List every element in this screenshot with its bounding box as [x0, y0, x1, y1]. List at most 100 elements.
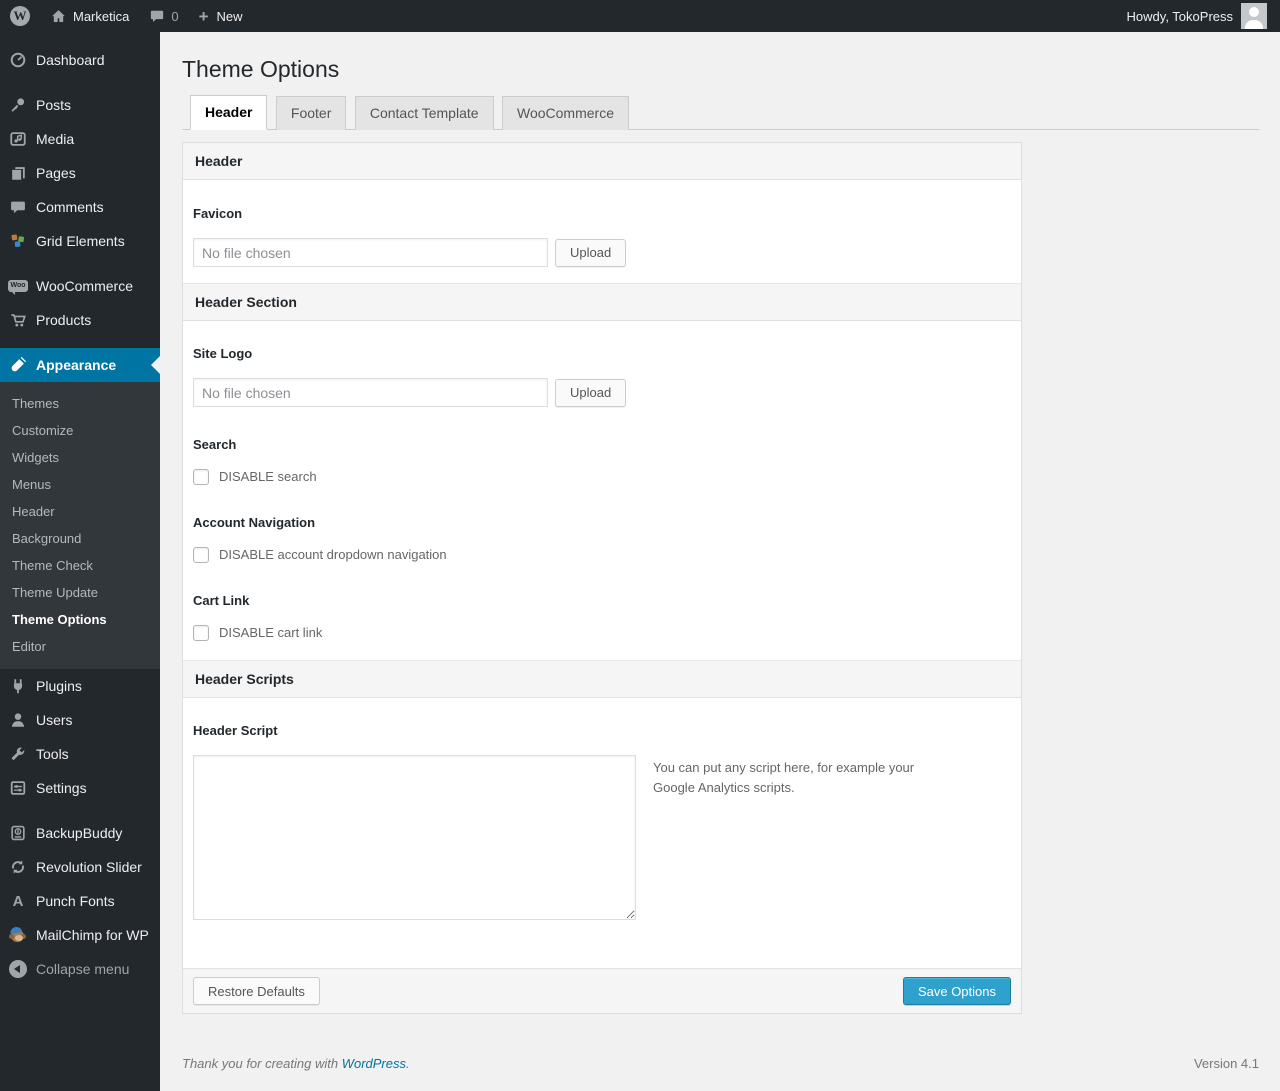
sidebar-item-label: Comments — [36, 199, 104, 215]
disable-account-nav-label: DISABLE account dropdown navigation — [219, 547, 447, 562]
thanks-prefix: Thank you for creating with — [182, 1056, 342, 1071]
submenu-item-customize[interactable]: Customize — [0, 417, 160, 444]
sidebar-item-label: Settings — [36, 780, 87, 796]
submenu-item-widgets[interactable]: Widgets — [0, 444, 160, 471]
tab-footer[interactable]: Footer — [275, 96, 347, 130]
sidebar-item-products[interactable]: Products — [0, 303, 160, 337]
pages-icon — [8, 163, 28, 183]
sidebar-item-label: Products — [36, 312, 92, 328]
wordpress-link[interactable]: WordPress — [342, 1056, 406, 1071]
disable-search-checkbox[interactable] — [193, 469, 209, 485]
disable-search-label: DISABLE search — [219, 469, 317, 484]
tab-bar: Header Footer Contact Template WooCommer… — [182, 95, 1259, 130]
sidebar-item-label: Appearance — [36, 357, 117, 373]
sidebar-item-plugins[interactable]: Plugins — [0, 669, 160, 703]
home-icon — [52, 9, 65, 22]
submenu-item-background[interactable]: Background — [0, 525, 160, 552]
submenu-item-menus[interactable]: Menus — [0, 471, 160, 498]
sidebar-item-settings[interactable]: Settings — [0, 771, 160, 805]
sidebar-item-grid-elements[interactable]: Grid Elements — [0, 224, 160, 258]
backup-icon — [8, 823, 28, 843]
favicon-upload-button[interactable]: Upload — [555, 238, 627, 267]
sliders-icon — [8, 778, 28, 798]
dashboard-icon — [8, 50, 28, 70]
submenu-item-theme-check[interactable]: Theme Check — [0, 552, 160, 579]
sidebar-item-label: Tools — [36, 746, 69, 762]
sidebar-item-mailchimp[interactable]: MailChimp for WP — [0, 918, 160, 952]
favicon-file-input[interactable] — [193, 238, 548, 267]
submenu-item-themes[interactable]: Themes — [0, 390, 160, 417]
mailchimp-monkey-icon — [8, 925, 28, 945]
tab-contact-template[interactable]: Contact Template — [354, 96, 494, 130]
cart-icon — [8, 310, 28, 330]
submenu-item-theme-options[interactable]: Theme Options — [0, 606, 160, 633]
sidebar-item-pages[interactable]: Pages — [0, 156, 160, 190]
tab-woocommerce[interactable]: WooCommerce — [502, 96, 629, 130]
collapse-menu-label: Collapse menu — [36, 961, 130, 977]
tab-header[interactable]: Header — [190, 95, 268, 130]
submenu-item-editor[interactable]: Editor — [0, 633, 160, 660]
new-content-button[interactable]: + New — [189, 0, 253, 32]
sidebar-item-label: Punch Fonts — [36, 893, 115, 909]
footer-thanks-text: Thank you for creating with WordPress. — [182, 1056, 410, 1071]
cart-link-label: Cart Link — [193, 593, 250, 608]
account-menu[interactable]: Howdy, TokoPress — [1127, 0, 1280, 32]
disable-cart-link-label: DISABLE cart link — [219, 625, 323, 640]
comment-bubble-icon — [151, 10, 164, 22]
site-logo-file-input[interactable] — [193, 378, 548, 407]
sidebar-item-media[interactable]: Media — [0, 122, 160, 156]
sidebar-item-revolution-slider[interactable]: Revolution Slider — [0, 850, 160, 884]
section-header-header: Header — [183, 143, 1021, 180]
site-logo-upload-button[interactable]: Upload — [555, 378, 627, 407]
account-navigation-label: Account Navigation — [193, 515, 316, 530]
disable-account-nav-checkbox[interactable] — [193, 547, 209, 563]
section-header-header-section: Header Section — [183, 283, 1021, 321]
pin-icon — [8, 95, 28, 115]
sidebar-item-label: Dashboard — [36, 52, 105, 68]
restore-defaults-button[interactable]: Restore Defaults — [193, 977, 320, 1005]
sidebar-item-backupbuddy[interactable]: BackupBuddy — [0, 816, 160, 850]
save-options-button[interactable]: Save Options — [902, 977, 1011, 1005]
admin-sidebar: Dashboard Posts Media Pages Comments Gri… — [0, 32, 160, 1091]
plus-icon: + — [198, 6, 209, 26]
sidebar-item-label: Media — [36, 131, 75, 147]
search-label: Search — [193, 437, 237, 452]
sidebar-item-comments[interactable]: Comments — [0, 190, 160, 224]
submenu-item-theme-update[interactable]: Theme Update — [0, 579, 160, 606]
version-text: Version 4.1 — [1193, 1056, 1259, 1071]
theme-options-panel: Header Favicon Upload Header Section Sit… — [182, 142, 1022, 1014]
site-name-link[interactable]: Marketica — [40, 0, 139, 32]
thanks-suffix: . — [406, 1056, 410, 1071]
appearance-submenu: Themes Customize Widgets Menus Header Ba… — [0, 382, 160, 669]
admin-bar: W Marketica 0 + New Howdy, TokoPress — [0, 0, 1280, 32]
grid-elements-icon — [8, 231, 28, 251]
sidebar-item-users[interactable]: Users — [0, 703, 160, 737]
sidebar-item-dashboard[interactable]: Dashboard — [0, 43, 160, 77]
woocommerce-badge-icon: Woo — [8, 276, 28, 296]
collapse-menu-button[interactable]: Collapse menu — [0, 952, 160, 986]
disable-cart-link-checkbox[interactable] — [193, 625, 209, 641]
sidebar-item-label: Revolution Slider — [36, 859, 142, 875]
section-body-header: Favicon Upload — [183, 180, 1021, 283]
avatar — [1241, 3, 1267, 29]
sidebar-item-posts[interactable]: Posts — [0, 88, 160, 122]
submenu-item-header[interactable]: Header — [0, 498, 160, 525]
sidebar-item-label: Users — [36, 712, 73, 728]
site-logo-label: Site Logo — [193, 346, 253, 361]
collapse-arrow-icon — [8, 959, 28, 979]
page-title: Theme Options — [182, 56, 340, 82]
wordpress-logo-button[interactable]: W — [0, 0, 40, 32]
comments-bubble-button[interactable]: 0 — [139, 0, 188, 32]
sidebar-item-label: Plugins — [36, 678, 82, 694]
comment-icon — [8, 197, 28, 217]
header-script-textarea[interactable] — [193, 755, 636, 920]
sidebar-item-woocommerce[interactable]: Woo WooCommerce — [0, 269, 160, 303]
sidebar-item-tools[interactable]: Tools — [0, 737, 160, 771]
sidebar-item-punch-fonts[interactable]: A Punch Fonts — [0, 884, 160, 918]
paintbrush-icon — [8, 355, 28, 375]
sidebar-item-appearance[interactable]: Appearance — [0, 348, 160, 382]
plug-icon — [8, 676, 28, 696]
current-menu-arrow — [151, 356, 160, 374]
sidebar-item-label: MailChimp for WP — [36, 927, 149, 943]
site-name-label: Marketica — [73, 8, 130, 24]
